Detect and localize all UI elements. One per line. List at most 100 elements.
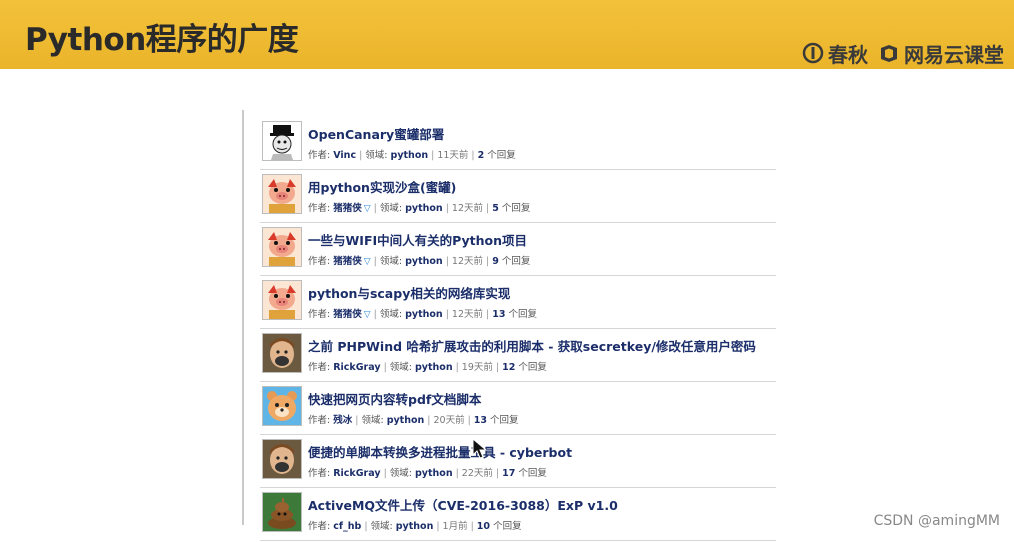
vip-badge-icon: ▽ xyxy=(363,257,371,267)
replies-label: 个回复 xyxy=(501,256,531,267)
field-label: 领域: xyxy=(379,309,403,320)
separator: | xyxy=(373,256,377,267)
author-link[interactable]: RickGray xyxy=(333,362,380,373)
post-time: 1月前 xyxy=(442,521,468,532)
reply-count[interactable]: 5 xyxy=(492,203,499,214)
netease-classroom-logo-icon xyxy=(881,45,897,62)
field-link[interactable]: python xyxy=(405,203,443,214)
post-time: 12天前 xyxy=(451,256,483,267)
post-meta: 作者: RickGray | 领域: python | 19天前 | 12 个回复 xyxy=(308,359,547,373)
list-item: ActiveMQ文件上传（CVE-2016-3088）ExP v1.0 作者: … xyxy=(260,489,776,541)
field-label: 领域: xyxy=(379,203,403,214)
avatar[interactable] xyxy=(262,227,302,267)
field-link[interactable]: python xyxy=(396,521,434,532)
post-time: 12天前 xyxy=(451,309,483,320)
reply-count[interactable]: 13 xyxy=(474,415,487,426)
avatar[interactable] xyxy=(262,280,302,320)
author-label: 作者: xyxy=(308,309,331,320)
separator: | xyxy=(486,309,490,320)
post-meta: 作者: 猪猪侠 ▽ | 领域: python | 12天前 | 5 个回复 xyxy=(308,200,530,214)
separator: | xyxy=(486,256,490,267)
post-meta: 作者: RickGray | 领域: python | 22天前 | 17 个回复 xyxy=(308,465,547,479)
list-item: python与scapy相关的网络库实现 作者: 猪猪侠 ▽ | 领域: python… xyxy=(260,277,776,329)
author-link[interactable]: 猪猪侠 xyxy=(333,256,362,267)
author-label: 作者: xyxy=(308,150,331,161)
avatar[interactable] xyxy=(262,492,302,532)
mouse-cursor-icon xyxy=(472,438,488,459)
replies-label: 个回复 xyxy=(508,309,537,320)
content-frame: OpenCanary蜜罐部署 作者: Vinc | 领域: python | 11天前 |… xyxy=(242,110,784,541)
separator: | xyxy=(467,415,471,426)
author-link[interactable]: cf_hb xyxy=(333,521,361,532)
reply-count[interactable]: 17 xyxy=(502,468,515,479)
field-link[interactable]: python xyxy=(391,150,429,161)
field-link[interactable]: python xyxy=(415,362,453,373)
post-meta: 作者: 猪猪侠 ▽ | 领域: python | 12天前 | 13 个回复 xyxy=(308,306,537,320)
header-banner: Python程序的广度 春秋 网易云课堂 xyxy=(0,0,1014,69)
separator: | xyxy=(486,203,490,214)
separator: | xyxy=(364,521,368,532)
field-label: 领域: xyxy=(370,521,393,532)
watermark: CSDN @amingMM xyxy=(873,513,1000,529)
reply-count[interactable]: 9 xyxy=(492,256,499,267)
post-title-link[interactable]: 快速把网页内容转pdf文档脚本 xyxy=(308,389,481,408)
separator: | xyxy=(445,309,449,320)
separator: | xyxy=(455,468,459,479)
replies-label: 个回复 xyxy=(518,362,547,373)
author-link[interactable]: 猪猪侠 xyxy=(333,309,362,320)
separator: | xyxy=(383,362,387,373)
field-link[interactable]: python xyxy=(405,256,443,267)
field-link[interactable]: python xyxy=(415,468,453,479)
field-link[interactable]: python xyxy=(387,415,425,426)
list-item: OpenCanary蜜罐部署 作者: Vinc | 领域: python | 11天前 |… xyxy=(260,118,776,170)
post-time: 11天前 xyxy=(437,150,469,161)
separator: | xyxy=(427,415,431,426)
post-title-link[interactable]: ActiveMQ文件上传（CVE-2016-3088）ExP v1.0 xyxy=(308,495,618,514)
post-title-link[interactable]: 便捷的单脚本转换多进程批量工具 - cyberbot xyxy=(308,442,572,461)
list-item: 一些与WIFI中间人有关的Python项目 作者: 猪猪侠 ▽ | 领域: pytho… xyxy=(260,224,776,276)
author-link[interactable]: RickGray xyxy=(333,468,380,479)
author-label: 作者: xyxy=(308,468,331,479)
post-title-link[interactable]: 之前 PHPWind 哈希扩展攻击的利用脚本 - 获取secretkey/修改任… xyxy=(308,336,756,355)
brand-netease: 网易云课堂 xyxy=(878,39,1004,68)
post-title-link[interactable]: python与scapy相关的网络库实现 xyxy=(308,283,510,302)
post-meta: 作者: cf_hb | 领域: python | 1月前 | 10 个回复 xyxy=(308,518,522,532)
brand2-label: 网易云课堂 xyxy=(904,42,1004,67)
avatar[interactable] xyxy=(262,333,302,373)
post-meta: 作者: 猪猪侠 ▽ | 领域: python | 12天前 | 9 个回复 xyxy=(308,253,530,267)
replies-label: 个回复 xyxy=(501,203,531,214)
author-link[interactable]: 残冰 xyxy=(333,415,352,426)
reply-count[interactable]: 13 xyxy=(492,309,505,320)
vip-badge-icon: ▽ xyxy=(363,204,371,214)
field-link[interactable]: python xyxy=(405,309,443,320)
author-label: 作者: xyxy=(308,415,331,426)
brand-chunqiu: 春秋 xyxy=(802,39,868,68)
replies-label: 个回复 xyxy=(493,521,522,532)
post-title-link[interactable]: OpenCanary蜜罐部署 xyxy=(308,124,444,143)
separator: | xyxy=(373,309,377,320)
avatar[interactable] xyxy=(262,174,302,214)
author-label: 作者: xyxy=(308,521,331,532)
separator: | xyxy=(471,150,475,161)
post-title-link[interactable]: 一些与WIFI中间人有关的Python项目 xyxy=(308,230,527,249)
separator: | xyxy=(383,468,387,479)
reply-count[interactable]: 10 xyxy=(477,521,490,532)
author-label: 作者: xyxy=(308,362,331,373)
reply-count[interactable]: 12 xyxy=(502,362,515,373)
avatar[interactable] xyxy=(262,386,302,426)
field-label: 领域: xyxy=(365,150,388,161)
separator: | xyxy=(355,415,359,426)
field-label: 领域: xyxy=(389,468,412,479)
author-link[interactable]: Vinc xyxy=(333,150,356,161)
list-item: 便捷的单脚本转换多进程批量工具 - cyberbot 作者: RickGray |… xyxy=(260,436,776,488)
post-title-link[interactable]: 用python实现沙盒(蜜罐) xyxy=(308,177,456,196)
author-link[interactable]: 猪猪侠 xyxy=(333,203,362,214)
avatar[interactable] xyxy=(262,121,302,161)
separator: | xyxy=(445,203,449,214)
avatar[interactable] xyxy=(262,439,302,479)
separator: | xyxy=(495,362,500,373)
vip-badge-icon: ▽ xyxy=(363,310,371,320)
post-meta: 作者: 残冰 | 领域: python | 20天前 | 13 个回复 xyxy=(308,412,519,426)
reply-count[interactable]: 2 xyxy=(478,150,485,161)
separator: | xyxy=(373,203,377,214)
